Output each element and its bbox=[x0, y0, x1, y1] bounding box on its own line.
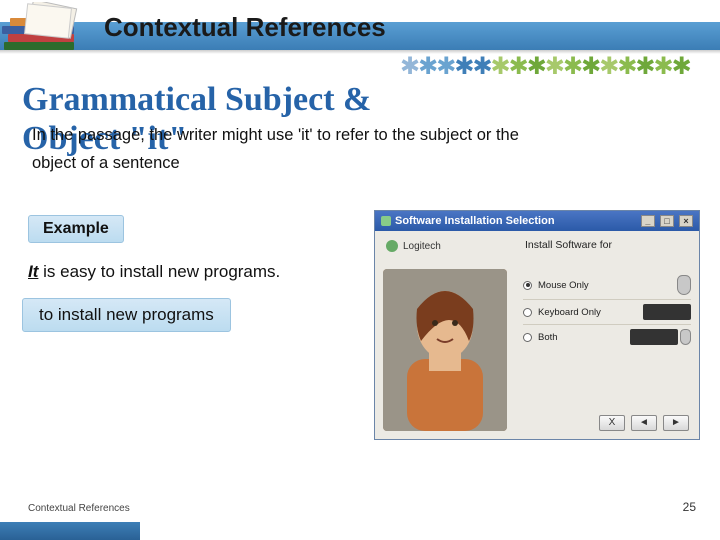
device-icon bbox=[643, 304, 691, 320]
star-icon: ✱ bbox=[436, 52, 454, 81]
brand-logo: Logitech bbox=[385, 239, 441, 253]
install-option[interactable]: Mouse Only bbox=[523, 271, 691, 300]
option-label: Keyboard Only bbox=[538, 307, 637, 318]
wizard-nav: X ◄ ► bbox=[599, 415, 689, 431]
footer-label: Contextual References bbox=[28, 503, 130, 514]
maximize-button[interactable]: □ bbox=[660, 215, 674, 227]
heading-line1: Grammatical Subject & bbox=[22, 81, 371, 118]
device-icon bbox=[630, 329, 691, 345]
minimize-button[interactable]: _ bbox=[641, 215, 655, 227]
star-icon: ✱ bbox=[635, 52, 653, 81]
slide-title: Contextual References bbox=[104, 12, 386, 43]
star-icon: ✱ bbox=[617, 52, 635, 81]
star-icon: ✱ bbox=[527, 52, 545, 81]
radio-icon bbox=[523, 333, 532, 342]
back-button[interactable]: ◄ bbox=[631, 415, 657, 431]
content-area: Grammatical Subject & Object "it" bbox=[22, 80, 702, 158]
star-icon: ✱ bbox=[545, 52, 563, 81]
brand-text: Logitech bbox=[403, 241, 441, 252]
install-option[interactable]: Keyboard Only bbox=[523, 300, 691, 325]
person-photo bbox=[383, 269, 507, 431]
page-number: 25 bbox=[683, 500, 696, 514]
star-icon: ✱ bbox=[491, 52, 509, 81]
star-icon: ✱ bbox=[418, 52, 436, 81]
window-controls: _ □ × bbox=[639, 215, 693, 227]
star-icon: ✱ bbox=[563, 52, 581, 81]
star-icon: ✱ bbox=[672, 52, 690, 81]
option-label: Mouse Only bbox=[538, 280, 671, 291]
sentence-remainder: is easy to install new programs. bbox=[38, 262, 280, 281]
example-badge: Example bbox=[28, 215, 124, 243]
footer-accent-bar bbox=[0, 522, 140, 540]
install-option[interactable]: Both bbox=[523, 325, 691, 349]
installer-heading: Install Software for bbox=[525, 239, 612, 251]
star-icon: ✱ bbox=[472, 52, 490, 81]
star-icon: ✱ bbox=[581, 52, 599, 81]
device-icon bbox=[677, 275, 691, 295]
radio-icon bbox=[523, 281, 532, 290]
installer-window: Software Installation Selection _ □ × Lo… bbox=[374, 210, 700, 440]
body-line-overlap: In the passage, the writer might use 'it… bbox=[32, 126, 519, 145]
option-label: Both bbox=[538, 332, 624, 343]
next-button[interactable]: ► bbox=[663, 415, 689, 431]
books-icon bbox=[0, 2, 92, 64]
star-icon: ✱ bbox=[654, 52, 672, 81]
cancel-button[interactable]: X bbox=[599, 415, 625, 431]
star-row: ✱✱✱✱✱✱✱✱✱✱✱✱✱✱✱✱ bbox=[400, 52, 690, 81]
install-options: Mouse Only Keyboard Only Both bbox=[523, 271, 691, 349]
close-button[interactable]: × bbox=[679, 215, 693, 227]
body-line-2: object of a sentence bbox=[32, 152, 702, 174]
answer-box: to install new programs bbox=[22, 298, 231, 332]
window-title-text: Software Installation Selection bbox=[395, 215, 555, 227]
star-icon: ✱ bbox=[509, 52, 527, 81]
app-icon bbox=[381, 216, 391, 226]
example-sentence: It is easy to install new programs. bbox=[28, 262, 280, 282]
pronoun-it: It bbox=[28, 262, 38, 281]
window-titlebar: Software Installation Selection _ □ × bbox=[375, 211, 699, 231]
star-icon: ✱ bbox=[599, 52, 617, 81]
star-icon: ✱ bbox=[454, 52, 472, 81]
radio-icon bbox=[523, 308, 532, 317]
main-heading: Grammatical Subject & Object "it" bbox=[22, 80, 702, 158]
star-icon: ✱ bbox=[400, 52, 418, 81]
